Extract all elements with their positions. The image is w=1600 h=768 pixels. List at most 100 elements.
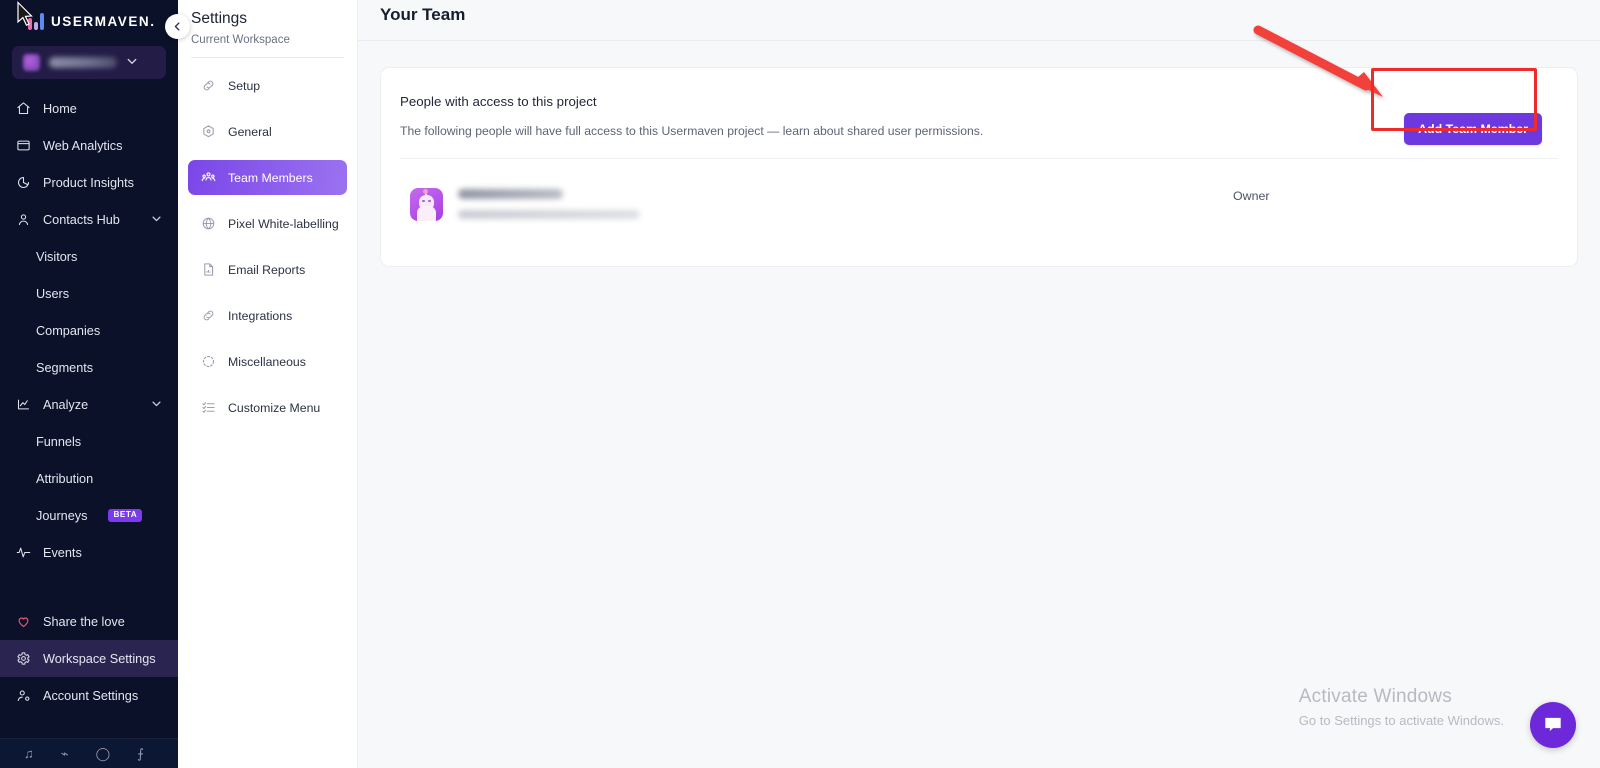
app-root: USERMAVEN. Home Web Analytics Product In… [0, 0, 1600, 768]
sidebar-item-label: Funnels [36, 434, 82, 449]
user-icon [16, 212, 31, 227]
sidebar-item-label: Analyze [43, 397, 89, 412]
user-gear-icon [16, 688, 31, 703]
settings-item-customize-menu[interactable]: Customize Menu [188, 390, 347, 425]
chat-bubble-icon [1545, 717, 1561, 731]
sidebar-item-users[interactable]: Users [0, 275, 178, 312]
settings-item-integrations[interactable]: Integrations [188, 298, 347, 333]
settings-item-label: General [228, 124, 272, 139]
sidebar-item-workspace-settings[interactable]: Workspace Settings [0, 640, 178, 677]
settings-item-miscellaneous[interactable]: Miscellaneous [188, 344, 347, 379]
link-icon [201, 78, 216, 93]
watermark-title: Activate Windows [1298, 686, 1452, 707]
table-row: Owner [381, 159, 1577, 231]
globe-icon [201, 216, 216, 231]
sidebar-item-visitors[interactable]: Visitors [0, 238, 178, 275]
member-name [458, 189, 563, 199]
sidebar-footer: ♫ ⌁ ◯ ⨍ [0, 738, 178, 768]
sidebar-item-attribution[interactable]: Attribution [0, 460, 178, 497]
sidebar-item-label: Segments [36, 360, 94, 375]
hexagon-icon [201, 124, 216, 139]
sidebar-item-funnels[interactable]: Funnels [0, 423, 178, 460]
avatar [410, 187, 443, 221]
settings-subtitle: Current Workspace [191, 34, 290, 46]
chat-support-button[interactable] [1530, 702, 1576, 748]
settings-title: Settings [191, 10, 248, 27]
sidebar-item-web-analytics[interactable]: Web Analytics [0, 127, 178, 164]
sidebar-item-label: Product Insights [43, 175, 134, 190]
card-heading: People with access to this project [400, 94, 597, 109]
sidebar-item-label: Events [43, 545, 82, 560]
chevron-left-icon [174, 22, 180, 31]
main-sidebar: USERMAVEN. Home Web Analytics Product In… [0, 0, 178, 768]
settings-item-email-reports[interactable]: Email Reports [188, 252, 347, 287]
chevron-down-icon[interactable] [151, 398, 162, 412]
dashed-circle-icon [201, 354, 216, 369]
member-info [458, 189, 640, 219]
team-card: People with access to this project The f… [380, 67, 1578, 267]
sidebar-collapse-button[interactable] [165, 14, 190, 39]
settings-nav-list: Setup General Team Members Pixel White-l… [178, 68, 357, 425]
primary-nav: Home Web Analytics Product Insights Cont… [0, 90, 178, 738]
watermark-subtitle: Go to Settings to activate Windows. [1298, 713, 1504, 728]
sidebar-item-label: Visitors [36, 249, 78, 264]
heart-icon [16, 614, 31, 629]
chevron-down-icon [126, 55, 138, 70]
sidebar-item-segments[interactable]: Segments [0, 349, 178, 386]
sidebar-item-companies[interactable]: Companies [0, 312, 178, 349]
member-email [458, 210, 640, 219]
sidebar-item-journeys[interactable]: Journeys BETA [0, 497, 178, 534]
settings-item-pixel-white-labelling[interactable]: Pixel White-labelling [188, 206, 347, 241]
workspace-avatar [23, 54, 40, 71]
sidebar-item-label: Web Analytics [43, 138, 123, 153]
title-divider [358, 40, 1600, 41]
sidebar-item-contacts-hub[interactable]: Contacts Hub [0, 201, 178, 238]
chart-icon [16, 397, 31, 412]
settings-item-label: Setup [228, 78, 261, 93]
sidebar-item-share-the-love[interactable]: Share the love [0, 603, 178, 640]
workspace-selector[interactable] [12, 46, 166, 79]
chevron-down-icon[interactable] [151, 213, 162, 227]
people-icon [201, 170, 216, 185]
sidebar-item-label: Users [36, 286, 70, 301]
settings-item-label: Customize Menu [228, 400, 321, 415]
link-icon [201, 308, 216, 323]
settings-item-label: Miscellaneous [228, 354, 306, 369]
add-team-member-button[interactable]: Add Team Member [1404, 113, 1542, 145]
sidebar-item-account-settings[interactable]: Account Settings [0, 677, 178, 714]
sidebar-item-label: Attribution [36, 471, 94, 486]
sidebar-item-label: Account Settings [43, 688, 139, 703]
member-role: Owner [1233, 189, 1270, 203]
footer-icon-3[interactable]: ◯ [96, 746, 111, 762]
main-content: Your Team People with access to this pro… [358, 0, 1600, 768]
logo-text: USERMAVEN. [51, 14, 156, 29]
document-icon [201, 262, 216, 277]
settings-divider [191, 57, 344, 58]
settings-item-label: Team Members [228, 170, 313, 185]
app-logo[interactable]: USERMAVEN. [0, 0, 178, 34]
windows-activation-watermark: Activate Windows Go to Settings to activ… [1299, 686, 1504, 728]
list-check-icon [201, 400, 216, 415]
sidebar-item-label: Workspace Settings [43, 651, 156, 666]
footer-icon-4[interactable]: ⨍ [137, 746, 144, 762]
settings-item-label: Pixel White-labelling [228, 216, 339, 231]
settings-item-label: Integrations [228, 308, 293, 323]
sidebar-item-label: Home [43, 101, 77, 116]
sidebar-item-label: Companies [36, 323, 101, 338]
settings-item-team-members[interactable]: Team Members [188, 160, 347, 195]
sidebar-item-product-insights[interactable]: Product Insights [0, 164, 178, 201]
home-icon [16, 101, 31, 116]
footer-icon-2[interactable]: ⌁ [61, 746, 69, 762]
sidebar-item-events[interactable]: Events [0, 534, 178, 571]
card-header: People with access to this project The f… [381, 68, 1577, 138]
sidebar-item-label: Contacts Hub [43, 212, 120, 227]
sidebar-item-analyze[interactable]: Analyze [0, 386, 178, 423]
sidebar-item-home[interactable]: Home [0, 90, 178, 127]
sidebar-item-label: Share the love [43, 614, 125, 629]
settings-item-general[interactable]: General [188, 114, 347, 149]
settings-item-setup[interactable]: Setup [188, 68, 347, 103]
footer-icon-1[interactable]: ♫ [24, 746, 34, 761]
settings-panel: Settings Current Workspace Setup General [178, 0, 358, 768]
gear-icon [16, 651, 31, 666]
